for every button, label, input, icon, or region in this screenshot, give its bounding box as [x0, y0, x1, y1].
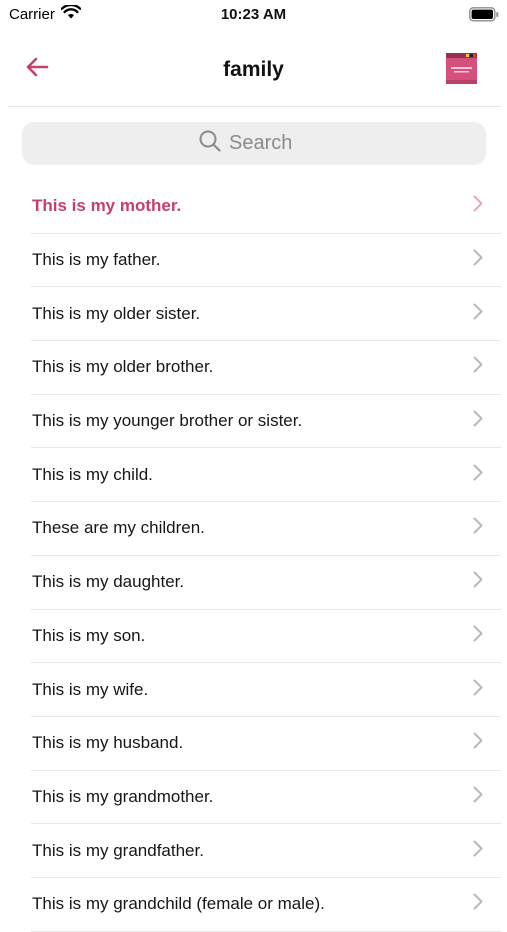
list-item[interactable]: This is my grandchild (female or male). — [31, 878, 501, 932]
chevron-right-icon — [473, 840, 483, 862]
list-item[interactable]: These are my children. — [31, 502, 501, 556]
book-cover-icon[interactable] — [446, 53, 477, 84]
list-item[interactable]: This is my older brother. — [31, 341, 501, 395]
page-title: family — [223, 58, 284, 81]
chevron-right-icon — [473, 464, 483, 486]
chevron-right-icon — [473, 679, 483, 701]
search-input[interactable] — [229, 132, 309, 155]
list-item[interactable]: This is my grandfather. — [31, 824, 501, 878]
list-item-label: These are my children. — [32, 518, 205, 538]
list-item[interactable]: This is my daughter. — [31, 556, 501, 610]
chevron-right-icon — [473, 195, 483, 217]
navigation-bar: family — [0, 40, 507, 100]
list-item-label: This is my child. — [32, 464, 153, 484]
chevron-right-icon — [473, 732, 483, 754]
chevron-right-icon — [473, 625, 483, 647]
list-item-label: This is my son. — [32, 625, 146, 645]
status-bar: Carrier 10:23 AM — [0, 0, 507, 30]
header-divider — [8, 106, 501, 107]
list-item[interactable]: This is my child. — [31, 448, 501, 503]
list-item[interactable]: This is my mother. — [31, 180, 501, 234]
search-bar[interactable] — [22, 122, 486, 165]
list-item-label: This is my mother. — [32, 196, 182, 216]
list-item-label: This is my father. — [32, 250, 161, 270]
list-item[interactable]: This is my younger brother or sister. — [31, 395, 501, 449]
list-item-label: This is my wife. — [32, 679, 149, 699]
list-item[interactable]: This is my grandmother. — [31, 771, 501, 825]
list-item-label: This is my older sister. — [32, 303, 201, 323]
chevron-right-icon — [473, 356, 483, 378]
list-item[interactable]: This is my husband. — [31, 717, 501, 771]
list-item[interactable]: This is my son. — [31, 610, 501, 664]
chevron-right-icon — [473, 410, 483, 432]
phrase-list: This is my mother. This is my father. This… — [31, 180, 501, 932]
status-time: 10:23 AM — [220, 6, 287, 23]
chevron-right-icon — [473, 303, 483, 325]
list-item[interactable]: This is my wife. — [31, 663, 501, 717]
list-item[interactable]: This is my father. — [31, 234, 501, 288]
search-icon — [199, 130, 221, 157]
list-item-label: This is my younger brother or sister. — [32, 411, 303, 431]
list-item-label: This is my husband. — [32, 733, 184, 753]
battery-icon — [469, 7, 499, 27]
chevron-right-icon — [473, 249, 483, 271]
list-item-label: This is my grandmother. — [32, 786, 214, 806]
chevron-right-icon — [473, 571, 483, 593]
list-item-label: This is my older brother. — [32, 357, 214, 377]
list-item-label: This is my grandfather. — [32, 840, 204, 860]
chevron-right-icon — [473, 893, 483, 915]
list-item[interactable]: This is my older sister. — [31, 287, 501, 342]
chevron-right-icon — [473, 786, 483, 808]
list-item-label: This is my daughter. — [32, 572, 185, 592]
chevron-right-icon — [473, 517, 483, 539]
list-item-label: This is my grandchild (female or male). — [32, 894, 325, 914]
